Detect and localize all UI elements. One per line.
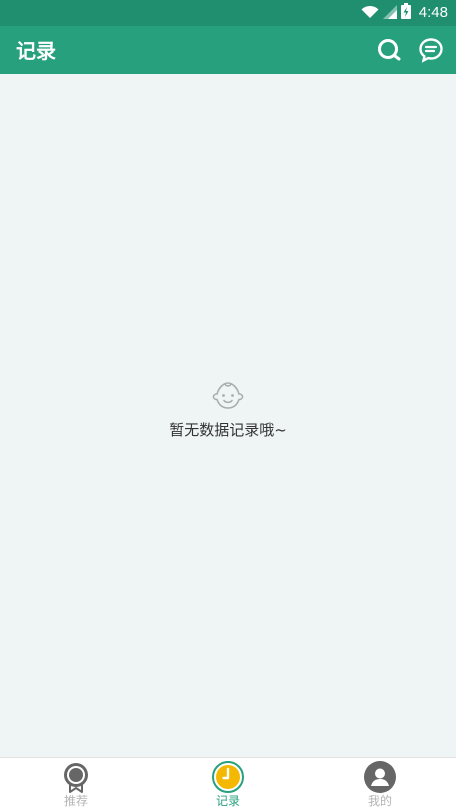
message-icon <box>419 38 443 63</box>
status-icons: 4:48 <box>361 3 448 23</box>
user-icon <box>364 761 396 793</box>
signal-icon <box>382 4 397 23</box>
page-title: 记录 <box>16 39 56 63</box>
status-time: 4:48 <box>418 4 448 21</box>
baby-face-icon <box>212 382 244 409</box>
wifi-icon <box>361 4 379 23</box>
medal-icon <box>64 763 88 793</box>
search-icon <box>378 39 401 61</box>
search-button[interactable] <box>375 36 403 64</box>
record-list-area[interactable]: 暂无数据记录哦~ <box>0 74 456 757</box>
clock-icon <box>212 761 244 793</box>
nav-tab-records[interactable]: 记录 <box>152 758 304 811</box>
empty-state-message: 暂无数据记录哦~ <box>169 421 287 439</box>
battery-charging-icon <box>400 3 411 23</box>
empty-state: 暂无数据记录哦~ <box>0 380 456 440</box>
message-button[interactable] <box>417 36 445 64</box>
status-bar: 4:48 <box>0 0 456 26</box>
nav-tab-mine[interactable]: 我的 <box>304 758 456 811</box>
bottom-nav: 推荐 记录 我的 <box>0 757 456 811</box>
nav-label-records: 记录 <box>215 794 240 808</box>
app-screen: 4:48 记录 暂无数据记录哦~ 推荐 记录 我的 <box>0 0 456 811</box>
nav-tab-recommend[interactable]: 推荐 <box>0 758 152 811</box>
nav-label-recommend: 推荐 <box>63 794 88 808</box>
nav-label-mine: 我的 <box>367 794 392 808</box>
app-bar: 记录 <box>0 26 456 74</box>
